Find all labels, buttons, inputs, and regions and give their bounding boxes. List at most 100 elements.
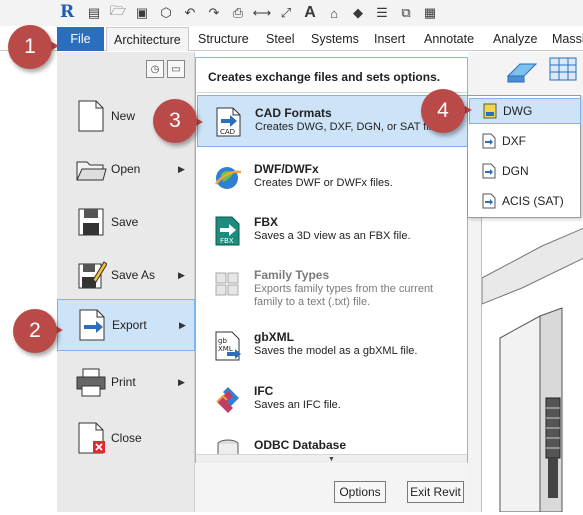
3d-viewport[interactable] bbox=[481, 218, 583, 513]
submenu-arrow-icon: ▶ bbox=[179, 319, 186, 330]
export-item-desc: Exports family types from the current fa… bbox=[254, 283, 434, 308]
export-item-title: Family Types bbox=[254, 268, 330, 282]
flyout-item-dwg[interactable]: DWG bbox=[469, 98, 581, 124]
close-document-icon bbox=[78, 422, 105, 454]
text-icon[interactable]: A bbox=[300, 3, 320, 23]
flyout-item-label: DWG bbox=[503, 104, 533, 118]
callout-badge-4: 4 bbox=[421, 89, 465, 133]
export-item-title: FBX bbox=[254, 215, 278, 229]
flyout-item-label: ACIS (SAT) bbox=[502, 194, 564, 208]
flyout-item-label: DXF bbox=[502, 134, 526, 148]
callout-badge-1: 1 bbox=[8, 25, 52, 69]
print-icon bbox=[76, 368, 106, 397]
recent-documents-icon[interactable]: ◷ bbox=[146, 60, 164, 78]
menu-item-label: Save bbox=[111, 215, 139, 229]
submenu-arrow-icon: ▶ bbox=[178, 163, 185, 174]
menu-item-label: Save As bbox=[111, 268, 156, 282]
switch-windows-icon[interactable]: ▦ bbox=[420, 3, 440, 23]
menu-item-close[interactable]: Close bbox=[57, 412, 195, 464]
3d-view-icon[interactable]: ⌂ bbox=[324, 3, 344, 23]
menu-item-label: New bbox=[111, 109, 136, 123]
building-model-icon bbox=[481, 227, 583, 513]
export-icon bbox=[79, 309, 105, 341]
ribbon-floor-icon bbox=[506, 57, 577, 83]
sync-icon[interactable]: ⬡ bbox=[156, 3, 176, 23]
menu-item-open[interactable]: Open ▶ bbox=[57, 143, 195, 195]
tab-systems[interactable]: Systems bbox=[311, 27, 359, 51]
flyout-item-acis-sat[interactable]: ACIS (SAT) bbox=[469, 188, 581, 214]
menu-item-export[interactable]: Export ▶ bbox=[57, 299, 195, 351]
svg-text:CAD: CAD bbox=[220, 128, 235, 136]
ribbon-tabs: File Architecture Structure Steel System… bbox=[0, 27, 583, 51]
export-item-title: IFC bbox=[254, 384, 274, 398]
options-button[interactable]: Options bbox=[334, 481, 386, 503]
ribbon-panel-strip bbox=[478, 52, 583, 98]
export-item-desc: Creates DWF or DWFx files. bbox=[254, 177, 393, 189]
export-item-dwf[interactable]: DWF/DWFx Creates DWF or DWFx files. bbox=[197, 152, 468, 204]
cad-formats-flyout: DWG DXF DGN ACIS (SAT) bbox=[467, 95, 581, 218]
dwg-icon bbox=[483, 103, 497, 119]
svg-text:gb: gb bbox=[218, 337, 227, 345]
tab-architecture[interactable]: Architecture bbox=[106, 27, 189, 51]
tab-structure[interactable]: Structure bbox=[198, 27, 249, 51]
dwf-globe-icon bbox=[215, 167, 242, 189]
save-as-icon bbox=[78, 261, 107, 289]
menu-item-save-as[interactable]: Save As ▶ bbox=[57, 249, 195, 301]
save-icon[interactable]: ▣ bbox=[132, 3, 152, 23]
svg-text:FBX: FBX bbox=[220, 237, 234, 245]
export-item-fbx[interactable]: FBX FBX Saves a 3D view as an FBX file. bbox=[197, 205, 468, 257]
menu-item-label: Close bbox=[111, 431, 142, 445]
export-item-ifc[interactable]: IFC Saves an IFC file. bbox=[197, 374, 468, 426]
new-document-icon bbox=[78, 100, 104, 132]
thin-lines-icon[interactable]: ☰ bbox=[372, 3, 392, 23]
save-disk-icon bbox=[78, 208, 104, 236]
flyout-item-dgn[interactable]: DGN bbox=[469, 158, 581, 184]
fbx-icon: FBX bbox=[215, 216, 240, 246]
export-item-desc: Saves the model as a gbXML file. bbox=[254, 345, 418, 357]
export-item-desc: Saves an IFC file. bbox=[254, 399, 341, 411]
flyout-item-dxf[interactable]: DXF bbox=[469, 128, 581, 154]
family-types-icon bbox=[215, 272, 239, 296]
submenu-arrow-icon: ▶ bbox=[178, 376, 185, 387]
menu-item-save[interactable]: Save bbox=[57, 196, 195, 248]
tab-insert[interactable]: Insert bbox=[374, 27, 405, 51]
export-item-desc: Saves a 3D view as an FBX file. bbox=[254, 230, 411, 242]
menu-footer: Options Exit Revit bbox=[195, 463, 468, 512]
submenu-arrow-icon: ▶ bbox=[178, 269, 185, 280]
open-folder-icon[interactable]: 🗁 bbox=[108, 3, 128, 23]
section-icon[interactable]: ◆ bbox=[348, 3, 368, 23]
export-item-family-types[interactable]: Family Types Exports family types from t… bbox=[197, 258, 468, 310]
dimension-icon[interactable]: ⤢ bbox=[276, 3, 296, 23]
sat-icon bbox=[482, 193, 496, 209]
ifc-logo-icon bbox=[216, 387, 239, 413]
quick-access-toolbar: R ▤ 🗁 ▣ ⬡ ↶ ↷ ⎙ ⟷ ⤢ A ⌂ ◆ ☰ ⧉ ▦ bbox=[0, 0, 583, 26]
redo-icon[interactable]: ↷ bbox=[204, 3, 224, 23]
open-documents-icon[interactable]: ▭ bbox=[167, 60, 185, 78]
tab-file[interactable]: File bbox=[57, 27, 104, 51]
database-icon bbox=[217, 439, 239, 454]
menu-item-label: Open bbox=[111, 162, 141, 176]
export-item-title: DWF/DWFx bbox=[254, 162, 319, 176]
measure-icon[interactable]: ⟷ bbox=[252, 3, 272, 23]
revit-logo-icon[interactable]: R bbox=[60, 2, 76, 22]
print-icon[interactable]: ⎙ bbox=[228, 3, 248, 23]
close-views-icon[interactable]: ⧉ bbox=[396, 3, 416, 23]
tab-steel[interactable]: Steel bbox=[266, 27, 295, 51]
tab-annotate[interactable]: Annotate bbox=[424, 27, 474, 51]
open-file-icon[interactable]: ▤ bbox=[84, 3, 104, 23]
menu-item-label: Export bbox=[112, 318, 147, 332]
export-item-title: CAD Formats bbox=[255, 106, 332, 120]
tab-massing[interactable]: Massi bbox=[552, 27, 583, 51]
menu-item-label: Print bbox=[111, 375, 136, 389]
menu-item-print[interactable]: Print ▶ bbox=[57, 356, 195, 408]
export-item-gbxml[interactable]: gb XML gbXML Saves the model as a gbXML … bbox=[197, 320, 468, 372]
export-item-title: gbXML bbox=[254, 330, 294, 344]
export-item-odbc[interactable]: ODBC Database bbox=[197, 428, 468, 454]
exit-revit-button[interactable]: Exit Revit bbox=[407, 481, 464, 503]
flyout-item-label: DGN bbox=[502, 164, 529, 178]
tab-analyze[interactable]: Analyze bbox=[493, 27, 537, 51]
open-folder-icon bbox=[76, 161, 107, 181]
callout-badge-2: 2 bbox=[13, 309, 57, 353]
gbxml-icon: gb XML bbox=[215, 331, 241, 361]
undo-icon[interactable]: ↶ bbox=[180, 3, 200, 23]
